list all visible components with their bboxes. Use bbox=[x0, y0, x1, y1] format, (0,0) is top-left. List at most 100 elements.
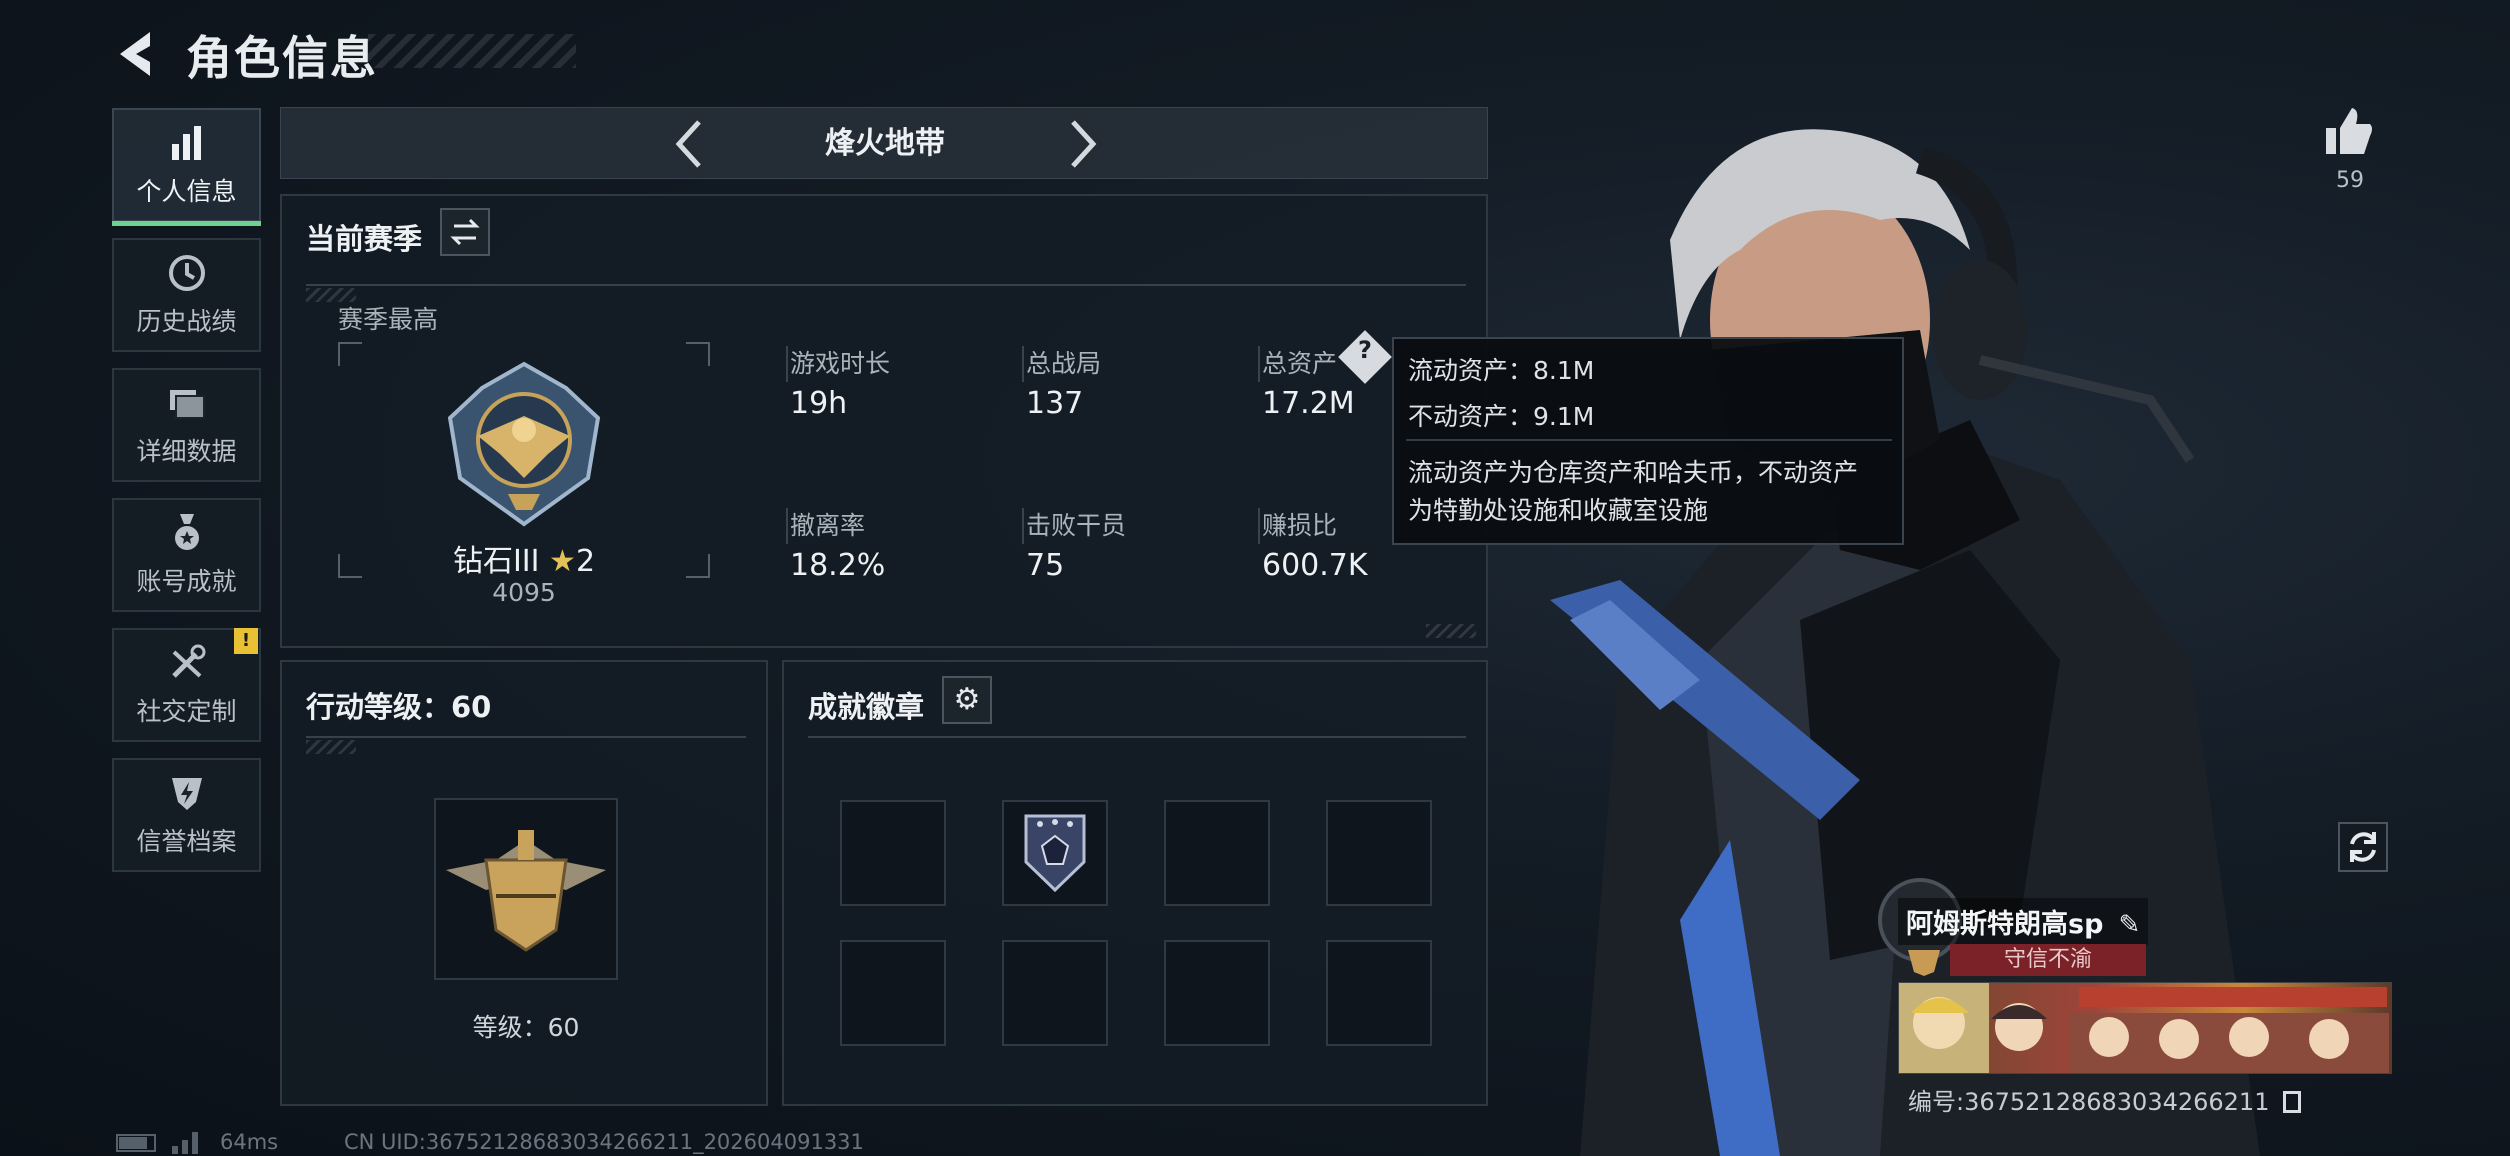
stat-label: 总资产 bbox=[1262, 349, 1338, 378]
like-count: 59 bbox=[2336, 168, 2364, 193]
sidebar-item-detailed-data[interactable]: 详细数据 bbox=[112, 368, 261, 482]
sidebar-item-label: 详细数据 bbox=[136, 437, 237, 466]
player-id-text: 编号:3675212868303426621​1 bbox=[1908, 1088, 2270, 1116]
divider bbox=[306, 736, 746, 738]
stat-value: 18.2% bbox=[790, 548, 886, 583]
name-plate: 阿姆斯特朗高sp ✎ bbox=[1898, 898, 2149, 945]
tools-icon bbox=[171, 644, 205, 678]
sidebar-item-label: 账号成就 bbox=[136, 567, 237, 596]
stat-separator bbox=[1022, 346, 1024, 382]
stat-separator bbox=[786, 346, 788, 382]
sidebar-item-achievements[interactable]: 账号成就 bbox=[112, 498, 261, 612]
thumbs-up-icon[interactable] bbox=[2320, 104, 2376, 160]
level-emblem-icon bbox=[446, 830, 606, 952]
stat-value: 19h bbox=[790, 386, 848, 421]
divider bbox=[808, 736, 1466, 738]
level-emblem-frame bbox=[434, 798, 618, 980]
badge-slot[interactable] bbox=[1164, 800, 1270, 906]
gear-icon: ⚙ bbox=[953, 682, 981, 717]
stat-label: 撤离率 bbox=[790, 511, 866, 540]
sidebar-item-personal-info[interactable]: 个人信息 bbox=[112, 108, 261, 226]
stat-label: 击败干员 bbox=[1026, 511, 1127, 540]
stat-label: 总战局 bbox=[1026, 349, 1102, 378]
anime-characters-banner bbox=[1899, 983, 2389, 1073]
rank-stars: 2 bbox=[575, 544, 596, 579]
player-id: 编号:3675212868303426621​1 bbox=[1908, 1082, 2302, 1117]
sidebar-item-credit-record[interactable]: 信誉档案 bbox=[112, 758, 261, 872]
bar-chart-icon bbox=[171, 126, 201, 160]
sidebar-item-label: 历史战绩 bbox=[136, 307, 237, 336]
stat-separator bbox=[1258, 346, 1260, 382]
badge-slot[interactable] bbox=[840, 940, 946, 1046]
badge-slot[interactable] bbox=[1002, 940, 1108, 1046]
stat-value: 75 bbox=[1026, 548, 1065, 583]
title-decoration bbox=[368, 34, 576, 68]
badge-slot[interactable] bbox=[1326, 940, 1432, 1046]
copy-icon[interactable] bbox=[2283, 1091, 2302, 1113]
badges-panel: 成就徽章 ⚙ bbox=[782, 660, 1488, 1106]
action-level-title: 行动等级：60 bbox=[306, 690, 492, 724]
ping-text: 64ms bbox=[220, 1130, 279, 1154]
season-peak-label: 赛季最高 bbox=[338, 305, 439, 334]
police-badge-icon bbox=[1024, 814, 1086, 893]
swap-icon bbox=[450, 218, 480, 246]
tooltip-liquid-assets: 流动资产：8.1M bbox=[1408, 356, 1595, 385]
badge-settings-button[interactable]: ⚙ bbox=[942, 676, 992, 724]
motto-badge: 守信不渝 bbox=[1950, 944, 2146, 976]
stat-value: 600.7K bbox=[1262, 548, 1368, 583]
stat-value: 137 bbox=[1026, 386, 1084, 421]
badge-slot[interactable] bbox=[1164, 940, 1270, 1046]
stat-value: 17.2M bbox=[1262, 386, 1355, 421]
chevron-right-icon[interactable] bbox=[1057, 118, 1107, 170]
rank-points: 4095 bbox=[492, 578, 556, 607]
divider bbox=[306, 284, 1466, 286]
season-title: 当前赛季 bbox=[306, 222, 423, 256]
edit-name-button[interactable]: ✎ bbox=[2119, 910, 2141, 940]
signal-icon bbox=[172, 1132, 198, 1154]
badge-slot[interactable] bbox=[1326, 800, 1432, 906]
stat-label: 赚损比 bbox=[1262, 511, 1338, 540]
tooltip-fixed-assets: 不动资产：9.1M bbox=[1408, 402, 1595, 431]
player-name: 阿姆斯特朗高sp bbox=[1906, 909, 2104, 940]
divider bbox=[1406, 439, 1892, 441]
stat-separator bbox=[1022, 508, 1024, 544]
alert-badge: ! bbox=[234, 628, 258, 654]
badges-title: 成就徽章 bbox=[808, 690, 925, 724]
stripe-decoration bbox=[306, 740, 356, 754]
stat-separator bbox=[1258, 508, 1260, 544]
sidebar-item-match-history[interactable]: 历史战绩 bbox=[112, 238, 261, 352]
battery-icon bbox=[116, 1134, 156, 1152]
rank-emblem-icon bbox=[447, 361, 601, 527]
footer-uid: CN UID:3675212868303426621​1_20260409133… bbox=[344, 1130, 864, 1154]
stat-separator bbox=[786, 508, 788, 544]
back-arrow-icon[interactable] bbox=[110, 26, 166, 82]
shield-lightning-icon bbox=[171, 778, 202, 810]
tooltip-desc-line2: 为特勤处设施和收藏室设施 bbox=[1408, 496, 1709, 525]
mode-selector: 烽火地带 bbox=[280, 107, 1488, 179]
credit-emblem-icon bbox=[1908, 950, 1940, 976]
asset-tooltip: 流动资产：8.1M 不动资产：9.1M 流动资产为仓库资产和哈夫币，不动资产 为… bbox=[1392, 337, 1904, 545]
badge-slot[interactable] bbox=[840, 800, 946, 906]
rank-name-row: 钻石III ★2 bbox=[338, 536, 710, 580]
stripe-decoration bbox=[1426, 624, 1476, 638]
action-level-panel: 行动等级：60 等级：60 bbox=[280, 660, 768, 1106]
mode-title: 烽火地带 bbox=[825, 126, 945, 161]
sidebar-item-label: 信誉档案 bbox=[136, 827, 237, 856]
switch-season-button[interactable] bbox=[440, 208, 490, 256]
sidebar-item-label: 社交定制 bbox=[136, 697, 237, 726]
tooltip-desc-line1: 流动资产为仓库资产和哈夫币，不动资产 bbox=[1408, 458, 1859, 487]
folders-icon bbox=[169, 390, 205, 419]
sidebar-item-label: 个人信息 bbox=[136, 177, 237, 206]
refresh-icon bbox=[2350, 832, 2376, 862]
question-icon: ? bbox=[1358, 336, 1372, 364]
chevron-left-icon[interactable] bbox=[665, 118, 715, 170]
player-banner[interactable] bbox=[1898, 982, 2392, 1074]
rotate-model-button[interactable] bbox=[2338, 822, 2388, 872]
badge-slot[interactable] bbox=[1002, 800, 1108, 906]
stat-label: 游戏时长 bbox=[790, 349, 891, 378]
medal-icon bbox=[174, 514, 199, 550]
star-icon: ★ bbox=[549, 544, 576, 579]
level-text: 等级：60 bbox=[472, 1013, 580, 1042]
clock-history-icon bbox=[168, 255, 205, 291]
season-panel: 当前赛季 赛季最高 钻石III ★2 4095 游戏时长 19h 总战局 137… bbox=[280, 194, 1488, 648]
